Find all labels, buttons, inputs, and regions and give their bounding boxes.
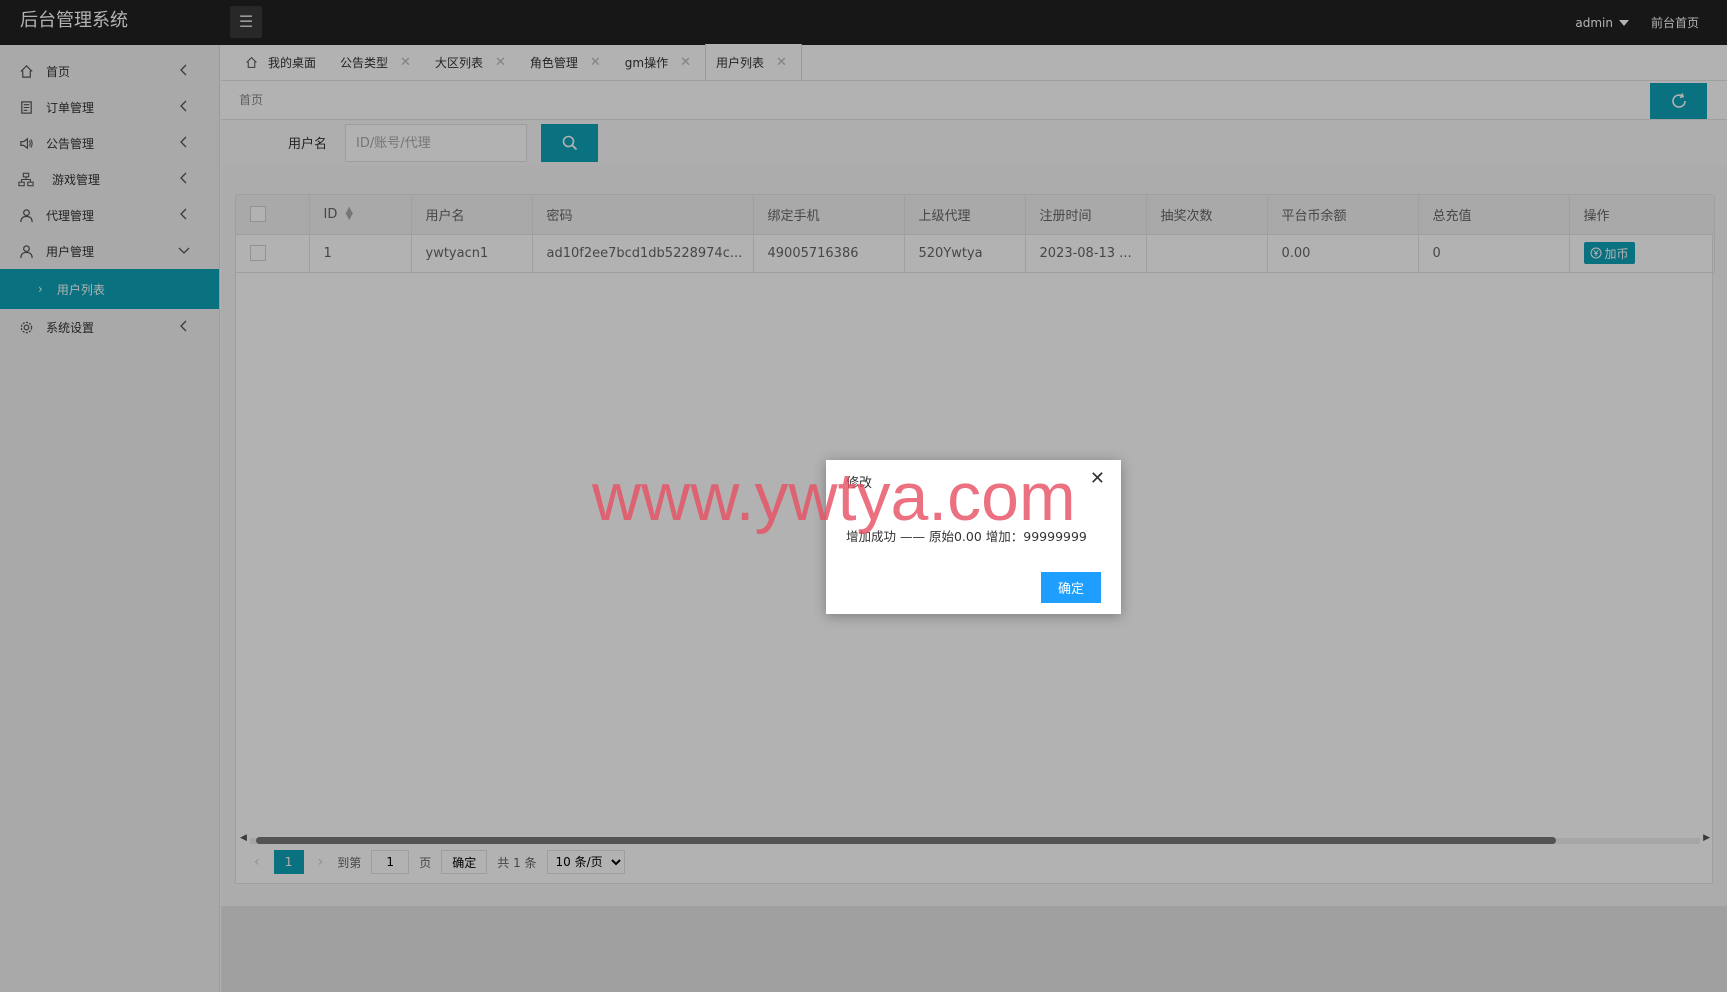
close-icon[interactable]: ✕ (1090, 470, 1105, 488)
ok-button[interactable]: 确定 (1041, 572, 1101, 603)
watermark: www.ywtya.com (592, 459, 1076, 535)
